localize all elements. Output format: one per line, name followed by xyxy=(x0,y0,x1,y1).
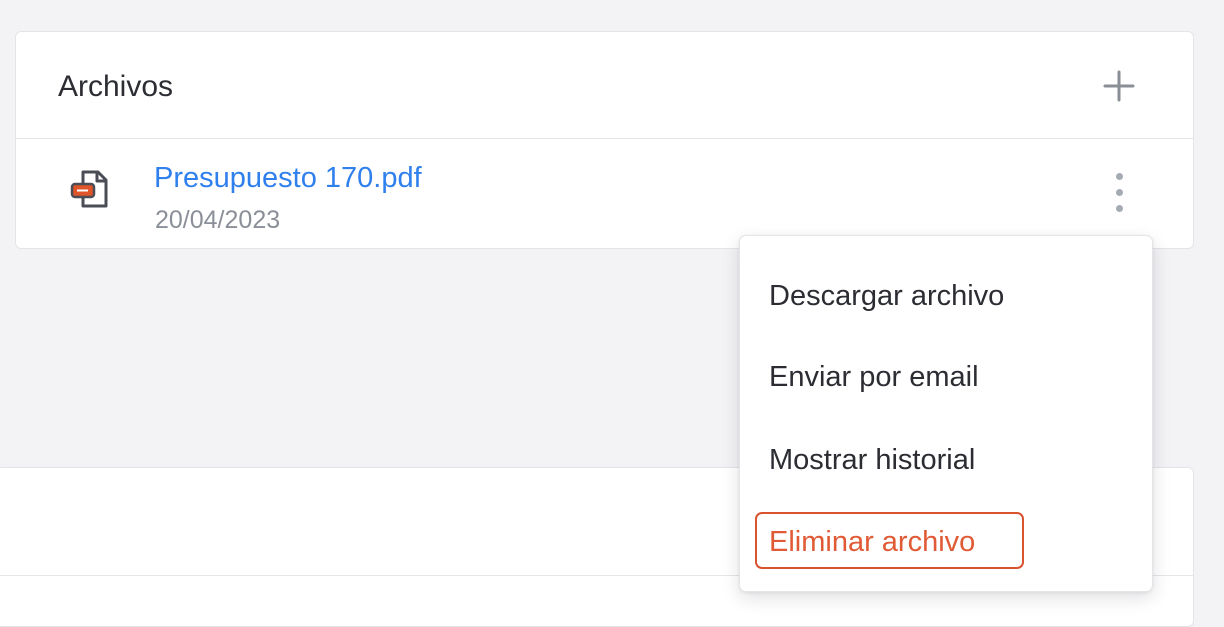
kebab-dot xyxy=(1116,189,1123,196)
plus-icon xyxy=(1103,70,1135,102)
add-file-button[interactable] xyxy=(1099,66,1139,106)
files-card-title: Archivos xyxy=(58,70,174,103)
file-name-link[interactable]: Presupuesto 170.pdf xyxy=(154,161,422,195)
file-date: 20/04/2023 xyxy=(155,206,281,234)
file-actions-menu: Descargar archivo Enviar por email Mostr… xyxy=(739,235,1153,592)
kebab-dot xyxy=(1116,205,1123,212)
menu-item-download-file[interactable]: Descargar archivo xyxy=(769,279,1004,313)
pdf-file-icon xyxy=(68,166,110,214)
menu-item-send-by-email[interactable]: Enviar por email xyxy=(769,360,979,394)
kebab-dot xyxy=(1116,173,1123,180)
files-card: Archivos Presupuesto 170.pdf 20/04/2023 xyxy=(15,31,1194,249)
file-list-item[interactable]: Presupuesto 170.pdf 20/04/2023 xyxy=(16,139,1193,249)
more-vertical-icon[interactable] xyxy=(1105,169,1135,219)
files-card-header: Archivos xyxy=(16,32,1193,139)
menu-item-delete-file[interactable]: Eliminar archivo xyxy=(769,525,975,559)
menu-item-show-history[interactable]: Mostrar historial xyxy=(769,443,975,477)
